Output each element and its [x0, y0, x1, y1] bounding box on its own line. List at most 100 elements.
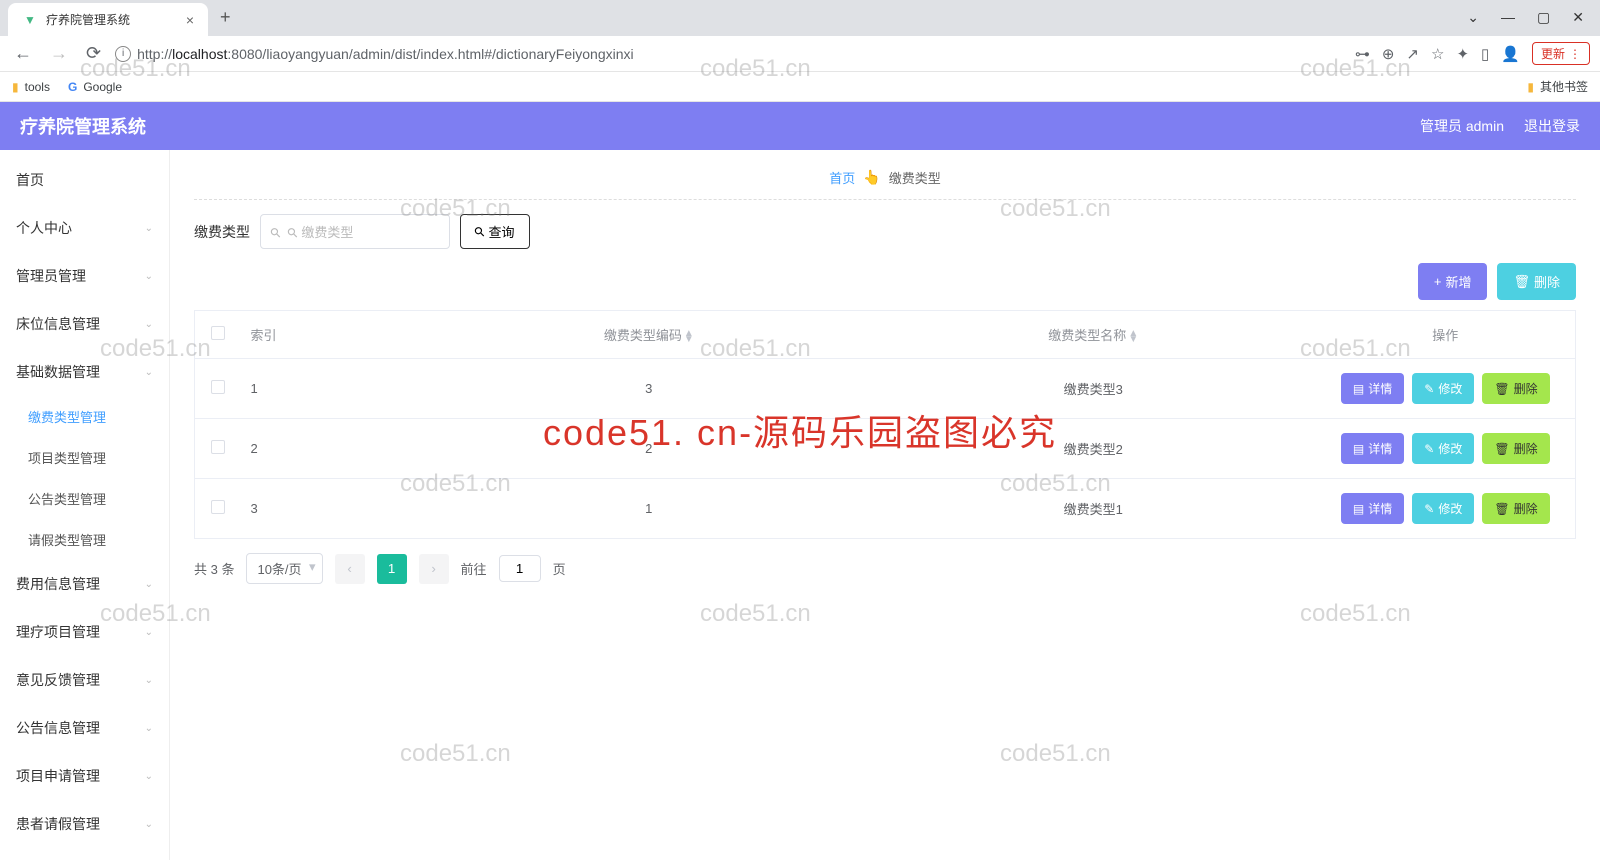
trash-icon: 🗑	[1494, 442, 1509, 456]
table-row: 13缴费类型3▤ 详情✎ 修改🗑 删除	[195, 359, 1576, 419]
search-icon: ⚲	[471, 222, 489, 240]
page-size-select[interactable]: 10条/页	[246, 553, 322, 584]
logout-link[interactable]: 退出登录	[1524, 116, 1580, 136]
chevron-down-icon: ⌄	[145, 579, 153, 590]
bookmark-google[interactable]: GGoogle	[68, 80, 122, 94]
prev-page-button[interactable]: ‹	[335, 554, 365, 584]
row-checkbox[interactable]	[211, 440, 225, 454]
pencil-icon: ✎	[1424, 502, 1434, 516]
trash-icon: 🗑	[1494, 502, 1509, 516]
bookmark-tools[interactable]: ▮tools	[12, 80, 50, 94]
detail-button[interactable]: ▤ 详情	[1341, 433, 1404, 464]
add-button[interactable]: +新增	[1418, 263, 1488, 300]
sidepanel-icon[interactable]: ▯	[1481, 45, 1489, 63]
window-maximize-icon[interactable]: ▢	[1537, 9, 1550, 26]
cell-code: 2	[427, 419, 871, 479]
col-name[interactable]: 缴费类型名称▲▼	[871, 311, 1315, 359]
browser-tab[interactable]: ▼ 疗养院管理系统 ×	[8, 3, 208, 36]
edit-button[interactable]: ✎ 修改	[1412, 433, 1474, 464]
query-button[interactable]: ⚲ 查询	[460, 214, 530, 249]
cell-index: 2	[241, 419, 427, 479]
bookmark-icon[interactable]: ☆	[1431, 45, 1444, 63]
sort-icon[interactable]: ▲▼	[684, 331, 694, 343]
menu-personal[interactable]: 个人中心⌄	[0, 204, 169, 252]
submenu-notice-type[interactable]: 公告类型管理	[0, 478, 169, 519]
forward-icon[interactable]: →	[46, 43, 72, 64]
select-all-checkbox[interactable]	[211, 326, 225, 340]
extensions-icon[interactable]: ✦	[1456, 45, 1469, 63]
chevron-down-icon: ⌄	[145, 367, 153, 378]
window-close-icon[interactable]: ✕	[1572, 9, 1584, 26]
menu-fee-info[interactable]: 费用信息管理⌄	[0, 560, 169, 608]
menu-project-apply[interactable]: 项目申请管理⌄	[0, 752, 169, 800]
detail-button[interactable]: ▤ 详情	[1341, 373, 1404, 404]
submenu-project-type[interactable]: 项目类型管理	[0, 437, 169, 478]
sort-icon[interactable]: ▲▼	[1128, 331, 1138, 343]
breadcrumb-home[interactable]: 首页	[829, 168, 855, 187]
submenu-leave-type[interactable]: 请假类型管理	[0, 519, 169, 560]
menu-home[interactable]: 首页	[0, 156, 169, 204]
key-icon[interactable]: ⊶	[1355, 45, 1370, 63]
col-code[interactable]: 缴费类型编码▲▼	[427, 311, 871, 359]
vue-favicon: ▼	[22, 12, 38, 28]
search-input[interactable]: ⚲ 缴费类型	[260, 214, 450, 249]
plus-icon: +	[1434, 274, 1442, 289]
chevron-down-icon: ⌄	[145, 819, 153, 830]
pencil-icon: ✎	[1424, 442, 1434, 456]
page-1-button[interactable]: 1	[377, 554, 407, 584]
close-tab-icon[interactable]: ×	[186, 12, 194, 28]
goto-input[interactable]	[499, 555, 541, 582]
app-title: 疗养院管理系统	[20, 113, 146, 139]
window-minimize-icon[interactable]: —	[1501, 9, 1515, 26]
main-content: 首页 👆 缴费类型 缴费类型 ⚲ 缴费类型 ⚲ 查询 +新增 🗑删除	[170, 150, 1600, 860]
breadcrumb-current: 缴费类型	[889, 168, 941, 187]
translate-icon[interactable]: ⊕	[1382, 45, 1395, 63]
menu-feedback[interactable]: 意见反馈管理⌄	[0, 656, 169, 704]
batch-delete-button[interactable]: 🗑删除	[1497, 263, 1576, 300]
delete-button[interactable]: 🗑 删除	[1482, 373, 1549, 404]
edit-button[interactable]: ✎ 修改	[1412, 373, 1474, 404]
app-header: 疗养院管理系统 管理员 admin 退出登录	[0, 102, 1600, 150]
hand-icon: 👆	[863, 169, 880, 186]
window-dropdown-icon[interactable]: ⌄	[1467, 9, 1479, 26]
menu-bed[interactable]: 床位信息管理⌄	[0, 300, 169, 348]
action-row: +新增 🗑删除	[194, 263, 1576, 300]
site-info-icon[interactable]: i	[115, 46, 131, 62]
delete-button[interactable]: 🗑 删除	[1482, 433, 1549, 464]
submenu-fee-type[interactable]: 缴费类型管理	[0, 396, 169, 437]
profile-icon[interactable]: 👤	[1501, 45, 1520, 63]
chevron-down-icon: ⌄	[145, 723, 153, 734]
next-page-button[interactable]: ›	[419, 554, 449, 584]
detail-button[interactable]: ▤ 详情	[1341, 493, 1404, 524]
url-field[interactable]: i http://localhost:8080/liaoyangyuan/adm…	[115, 46, 1345, 62]
pagination: 共 3 条 10条/页 ‹ 1 › 前往 页	[194, 553, 1576, 584]
menu-patient-leave[interactable]: 患者请假管理⌄	[0, 800, 169, 848]
menu-basedata[interactable]: 基础数据管理⌄	[0, 348, 169, 396]
chevron-down-icon: ⌄	[145, 627, 153, 638]
bookmarks-bar: ▮tools GGoogle ▮其他书签	[0, 72, 1600, 102]
back-icon[interactable]: ←	[10, 43, 36, 64]
chevron-down-icon: ⌄	[145, 319, 153, 330]
user-label[interactable]: 管理员 admin	[1420, 116, 1504, 136]
search-label: 缴费类型	[194, 222, 250, 242]
table-row: 22缴费类型2▤ 详情✎ 修改🗑 删除	[195, 419, 1576, 479]
data-table: 索引 缴费类型编码▲▼ 缴费类型名称▲▼ 操作 13缴费类型3▤ 详情✎ 修改🗑…	[194, 310, 1576, 539]
edit-button[interactable]: ✎ 修改	[1412, 493, 1474, 524]
new-tab-button[interactable]: +	[208, 0, 243, 36]
update-button[interactable]: 更新 ⋮	[1532, 42, 1590, 65]
col-index[interactable]: 索引	[241, 311, 427, 359]
menu-notice-info[interactable]: 公告信息管理⌄	[0, 704, 169, 752]
browser-tab-bar: ▼ 疗养院管理系统 × + ⌄ — ▢ ✕	[0, 0, 1600, 36]
cell-name: 缴费类型3	[871, 359, 1315, 419]
bookmark-other[interactable]: ▮其他书签	[1527, 78, 1588, 95]
menu-therapy[interactable]: 理疗项目管理⌄	[0, 608, 169, 656]
row-checkbox[interactable]	[211, 380, 225, 394]
goto-suffix: 页	[553, 559, 566, 578]
search-row: 缴费类型 ⚲ 缴费类型 ⚲ 查询	[194, 214, 1576, 249]
row-checkbox[interactable]	[211, 500, 225, 514]
menu-admin[interactable]: 管理员管理⌄	[0, 252, 169, 300]
col-ops: 操作	[1316, 311, 1576, 359]
share-icon[interactable]: ↗	[1406, 45, 1419, 63]
reload-icon[interactable]: ⟳	[82, 43, 105, 64]
delete-button[interactable]: 🗑 删除	[1482, 493, 1549, 524]
